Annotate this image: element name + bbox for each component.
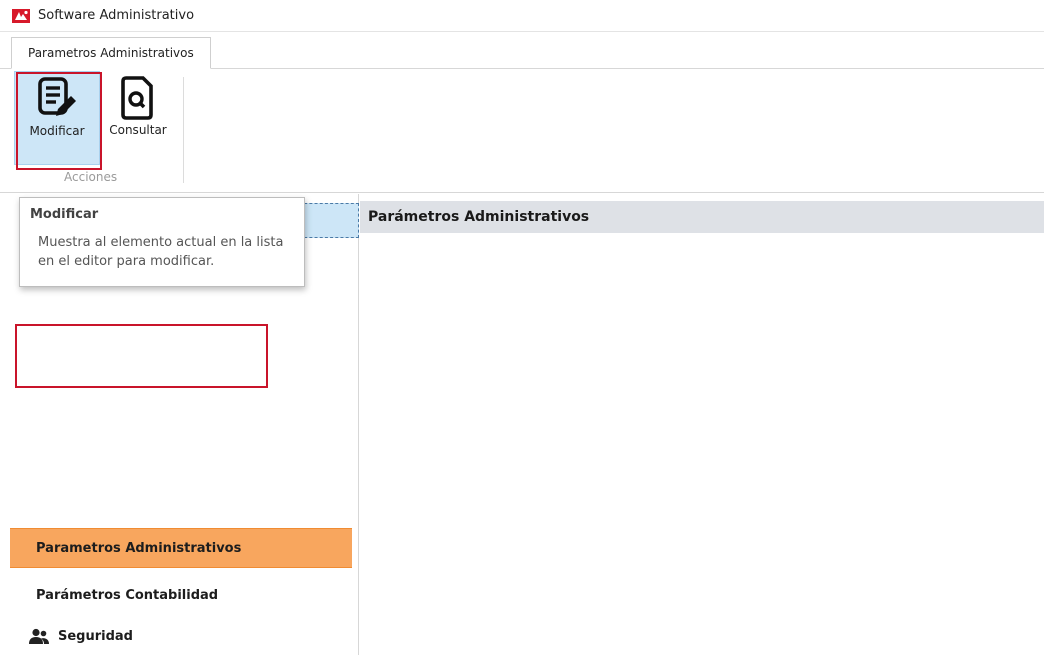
edit-document-icon: [38, 77, 76, 116]
consultar-button[interactable]: Consultar: [100, 71, 176, 165]
nav-item-parametros-contabilidad[interactable]: Parámetros Contabilidad: [10, 575, 352, 615]
ribbon-group-separator: [183, 77, 184, 183]
ribbon-group-label: Acciones: [64, 170, 118, 184]
tab-parametros-administrativos[interactable]: Parametros Administrativos: [11, 37, 211, 69]
ribbon: Modificar Consultar Acciones: [0, 69, 1044, 193]
nav-item-label: Parámetros Contabilidad: [36, 587, 219, 603]
modificar-button[interactable]: Modificar: [14, 71, 100, 165]
window-title: Software Administrativo: [38, 8, 195, 23]
app-window: Software Administrativo Parametros Admin…: [0, 0, 1044, 655]
nav-item-parametros-administrativos[interactable]: Parametros Administrativos: [10, 528, 352, 568]
title-bar: Software Administrativo: [0, 0, 1044, 32]
nav-selected-item[interactable]: [299, 203, 359, 238]
app-logo-icon: [12, 8, 30, 23]
nav-item-seguridad[interactable]: Seguridad: [10, 616, 352, 655]
nav-item-label: Parametros Administrativos: [36, 540, 242, 556]
search-document-icon: [121, 76, 153, 120]
tooltip-body: Muestra al elemento actual en la lista e…: [38, 235, 284, 269]
modificar-label: Modificar: [29, 124, 85, 138]
page-title: Parámetros Administrativos: [360, 201, 1044, 233]
consultar-label: Consultar: [109, 123, 167, 137]
tooltip-title: Modificar: [30, 207, 99, 222]
ribbon-tab-strip: Parametros Administrativos: [0, 33, 1044, 69]
users-icon: [29, 628, 49, 644]
tooltip: Modificar Muestra al elemento actual en …: [19, 197, 305, 287]
nav-item-label: Seguridad: [58, 628, 133, 644]
